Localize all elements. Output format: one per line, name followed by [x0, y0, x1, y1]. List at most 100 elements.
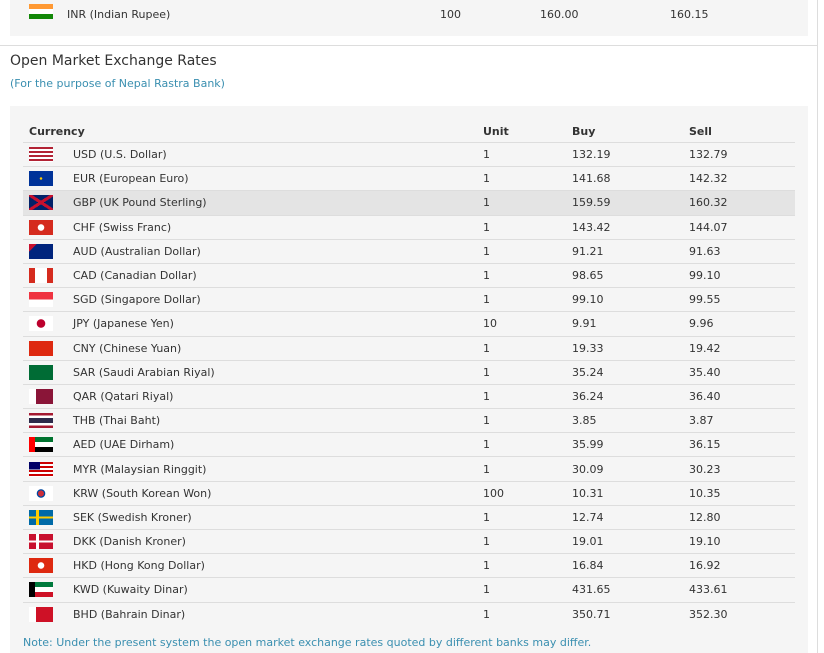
flag-usd-icon [29, 147, 53, 163]
flag-kwd-icon [29, 582, 53, 598]
exchange-rates-panel: INR (Indian Rupee) 100 160.00 160.15 Ope… [0, 0, 818, 653]
sell-value: 352.30 [689, 607, 728, 621]
currency-label: CHF (Swiss Franc) [73, 215, 483, 240]
flag-bhd-icon [29, 606, 53, 622]
sell-value: 36.40 [689, 384, 795, 410]
sell-value: 91.63 [689, 239, 795, 264]
table-row-hkd: HKD (Hong Kong Dollar) 1 16.84 16.92 [23, 553, 795, 579]
flag-cell [23, 577, 73, 603]
sell-value: 16.92 [689, 553, 795, 579]
unit-value: 1 [483, 263, 572, 289]
flag-cell [23, 239, 73, 264]
flag-gbp-icon [29, 195, 53, 211]
unit-value: 1 [483, 577, 572, 603]
currency-label: CNY (Chinese Yuan) [73, 336, 483, 361]
unit-value: 1 [483, 142, 572, 168]
buy-value: 98.65 [572, 263, 689, 289]
sell-value: 3.87 [689, 408, 795, 434]
table-row-dkk: DKK (Danish Kroner) 1 19.01 19.10 [23, 529, 795, 555]
unit-value: 1 [483, 287, 572, 313]
flag-cell [23, 336, 73, 361]
buy-value: 159.59 [572, 190, 689, 216]
buy-value: 91.21 [572, 239, 689, 264]
currency-label: KWD (Kuwaity Dinar) [73, 577, 483, 603]
buy-value: 431.65 [572, 577, 689, 603]
currency-label: QAR (Qatari Riyal) [73, 384, 483, 410]
sell-value: 30.23 [689, 456, 795, 482]
flag-cell [23, 311, 73, 337]
currency-label: EUR (European Euro) [73, 166, 483, 192]
sell-value: 160.15 [670, 8, 709, 21]
unit-value: 1 [483, 190, 572, 216]
currency-label: USD (U.S. Dollar) [73, 142, 483, 168]
flag-cell [23, 481, 73, 506]
sell-value: 99.10 [689, 263, 795, 289]
sell-value: 36.15 [689, 432, 795, 458]
flag-cell [23, 529, 73, 555]
currency-label: SEK (Swedish Kroner) [73, 505, 483, 531]
table-row-sek: SEK (Swedish Kroner) 1 12.74 12.80 [23, 505, 795, 531]
buy-value: 141.68 [572, 166, 689, 192]
flag-krw-icon [29, 485, 53, 501]
buy-value: 35.99 [572, 432, 689, 458]
table-row-eur: EUR (European Euro) 1 141.68 142.32 [23, 166, 795, 192]
flag-hkd-icon [29, 558, 53, 574]
currency-label: AED (UAE Dirham) [73, 432, 483, 458]
unit-value: 10 [483, 311, 572, 337]
sell-value: 19.10 [689, 529, 795, 555]
header-unit: Unit [483, 120, 572, 143]
flag-cell [23, 456, 73, 482]
flag-cell [23, 360, 73, 385]
flag-thb-icon [29, 413, 53, 429]
section-title: Open Market Exchange Rates [10, 53, 217, 69]
currency-label: HKD (Hong Kong Dollar) [73, 553, 483, 579]
currency-label: SAR (Saudi Arabian Riyal) [73, 360, 483, 385]
currency-label: DKK (Danish Kroner) [73, 529, 483, 555]
header-buy: Buy [572, 120, 689, 143]
unit-value: 1 [483, 239, 572, 264]
flag-cell [23, 553, 73, 579]
buy-value: 9.91 [572, 311, 689, 337]
unit-value: 1 [483, 166, 572, 192]
currency-label: AUD (Australian Dollar) [73, 239, 483, 264]
table-row-cny: CNY (Chinese Yuan) 1 19.33 19.42 [23, 336, 795, 361]
table-row-sgd: SGD (Singapore Dollar) 1 99.10 99.55 [23, 287, 795, 313]
header-sell: Sell [689, 120, 795, 143]
buy-value: 132.19 [572, 142, 689, 168]
table-row-thb: THB (Thai Baht) 1 3.85 3.87 [23, 408, 795, 434]
flag-cell [23, 602, 73, 626]
buy-value: 19.33 [572, 336, 689, 361]
table-row-cad: CAD (Canadian Dollar) 1 98.65 99.10 [23, 263, 795, 289]
unit-value: 100 [440, 8, 461, 21]
table-row-aud: AUD (Australian Dollar) 1 91.21 91.63 [23, 239, 795, 264]
flag-qar-icon [29, 388, 53, 404]
table-row-usd: USD (U.S. Dollar) 1 132.19 132.79 [23, 142, 795, 168]
unit-value: 1 [483, 336, 572, 361]
buy-value: 30.09 [572, 456, 689, 482]
flag-cell [23, 432, 73, 458]
table-row-jpy: JPY (Japanese Yen) 10 9.91 9.96 [23, 311, 795, 337]
sell-value: 35.40 [689, 360, 795, 385]
flag-sgd-icon [29, 292, 53, 308]
unit-value: 1 [483, 215, 572, 240]
table-row-qar: QAR (Qatari Riyal) 1 36.24 36.40 [23, 384, 795, 410]
sell-value: 142.32 [689, 166, 795, 192]
buy-value: 19.01 [572, 529, 689, 555]
footnote: Note: Under the present system the open … [23, 636, 592, 649]
currency-label: JPY (Japanese Yen) [73, 311, 483, 337]
buy-value: 160.00 [540, 8, 579, 21]
flag-sek-icon [29, 509, 53, 525]
currency-label: KRW (South Korean Won) [73, 481, 483, 506]
currency-label: MYR (Malaysian Ringgit) [73, 456, 483, 482]
section-divider [0, 45, 817, 46]
unit-value: 1 [483, 408, 572, 434]
flag-jpy-icon [29, 316, 53, 332]
table-row-inr: INR (Indian Rupee) 100 160.00 160.15 [10, 4, 808, 21]
flag-aud-icon [29, 243, 53, 259]
flag-eur-icon [29, 171, 53, 187]
unit-value: 1 [483, 505, 572, 531]
flag-cell [23, 166, 73, 192]
table-header: Currency Unit Buy Sell [23, 120, 795, 143]
open-market-rates-table: Currency Unit Buy Sell USD (U.S. Dollar)… [23, 120, 795, 626]
buy-value: 350.71 [572, 607, 611, 621]
